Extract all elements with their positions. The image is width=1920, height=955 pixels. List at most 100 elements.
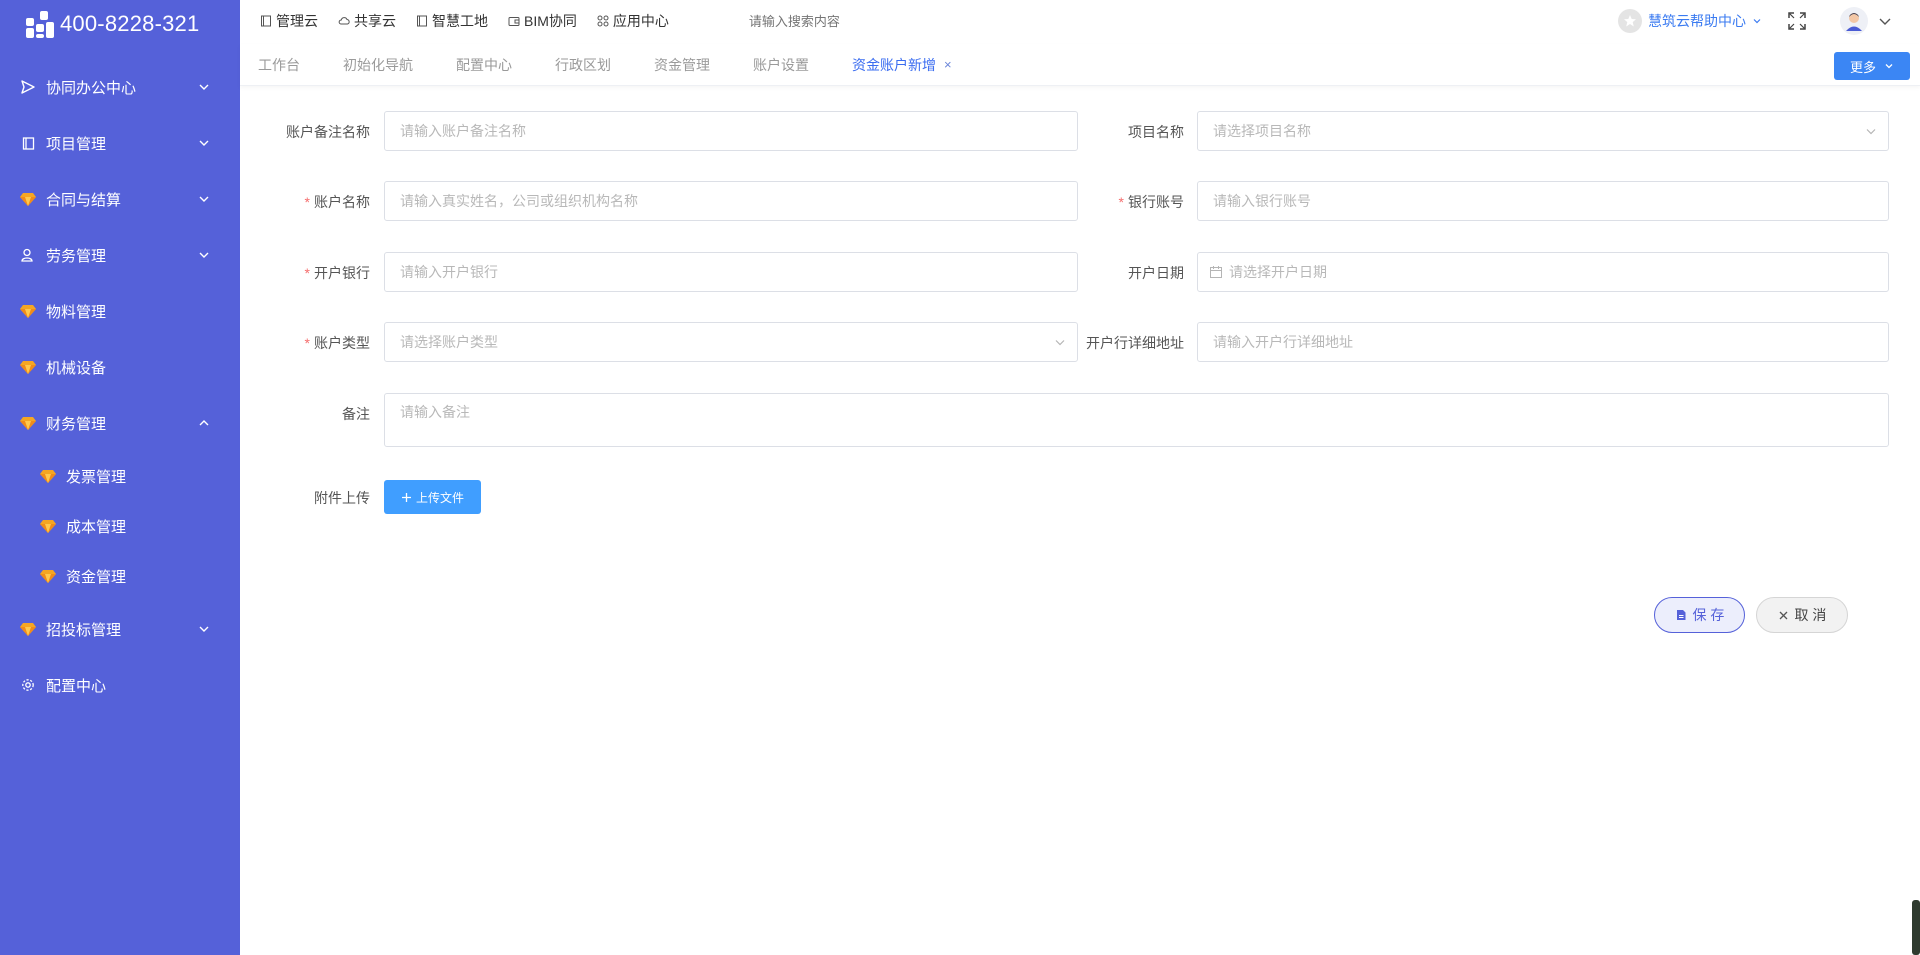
upload-label: 上传文件 xyxy=(415,490,464,505)
bank-input[interactable]: 请输入开户银行 xyxy=(384,252,1078,292)
more-button[interactable]: 更多 xyxy=(1834,52,1910,80)
fullscreen-icon[interactable] xyxy=(1788,12,1806,30)
chevron-down-icon xyxy=(1753,19,1761,24)
user-icon xyxy=(20,247,36,263)
sidebar-item-label: 物料管理 xyxy=(46,303,107,321)
help-center-label: 慧筑云帮助中心 xyxy=(1648,13,1746,29)
calendar-icon xyxy=(1210,266,1222,278)
logo-icon xyxy=(24,8,56,40)
tab-account-settings[interactable]: 账户设置 xyxy=(753,55,809,75)
topnav-label: 智慧工地 xyxy=(432,13,488,29)
sidebar-subitem-funds[interactable]: 资金管理 xyxy=(0,551,240,601)
tab-admin-division[interactable]: 行政区划 xyxy=(555,55,611,75)
chevron-down-icon[interactable] xyxy=(1878,14,1892,28)
sidebar-item-labor[interactable]: 劳务管理 xyxy=(0,227,240,283)
close-icon[interactable]: × xyxy=(944,57,952,72)
project-name-label: 项目名称 xyxy=(1128,124,1184,140)
tab-label: 资金管理 xyxy=(654,56,710,73)
top-nav: 管理云 共享云 智慧工地 BIM协同 应用中心 xyxy=(240,11,949,31)
search-input[interactable] xyxy=(748,13,949,29)
apps-icon xyxy=(597,15,609,27)
sidebar-item-project[interactable]: 项目管理 xyxy=(0,115,240,171)
tab-new-fund-account[interactable]: 资金账户新增 × xyxy=(852,55,952,75)
account-type-label: * 账户类型 xyxy=(304,335,370,351)
account-type-select[interactable]: 请选择账户类型 xyxy=(384,322,1078,362)
tab-label: 初始化导航 xyxy=(343,56,413,73)
chevron-down-icon xyxy=(1885,64,1893,69)
open-date-picker[interactable]: 请选择开户日期 xyxy=(1197,252,1889,292)
upload-file-button[interactable]: 上传文件 xyxy=(384,480,481,514)
bank-account-input[interactable]: 请输入银行账号 xyxy=(1197,181,1889,221)
sidebar-subitem-invoice[interactable]: 发票管理 xyxy=(0,451,240,501)
topnav-smart-site[interactable]: 智慧工地 xyxy=(416,11,488,31)
logo[interactable]: 400-8228-321 xyxy=(0,0,240,48)
sidebar-menu: 协同办公中心 项目管理 合同与结算 劳务管理 物料管理 机械设备 财务管理 发票… xyxy=(0,59,240,713)
chevron-down-icon xyxy=(199,196,209,202)
sidebar-item-label: 机械设备 xyxy=(46,359,107,377)
send-icon xyxy=(20,79,36,95)
top-bar: 管理云 共享云 智慧工地 BIM协同 应用中心 慧筑云帮助中心 xyxy=(240,0,1920,42)
help-badge-icon xyxy=(1618,9,1642,33)
sidebar-item-config[interactable]: 配置中心 xyxy=(0,657,240,713)
bank-address-input[interactable]: 请输入开户行详细地址 xyxy=(1197,322,1889,362)
sidebar-item-bidding[interactable]: 招投标管理 xyxy=(0,601,240,657)
project-name-select[interactable]: 请选择项目名称 xyxy=(1197,111,1889,151)
file-icon xyxy=(1676,610,1686,620)
sidebar-item-label: 财务管理 xyxy=(46,415,107,433)
gem-icon xyxy=(40,468,56,484)
remark-label: 备注 xyxy=(342,406,370,422)
sidebar-item-label: 项目管理 xyxy=(46,135,107,153)
sidebar-item-collab[interactable]: 协同办公中心 xyxy=(0,59,240,115)
save-button[interactable]: 保 存 xyxy=(1654,597,1745,633)
book-icon xyxy=(20,135,36,151)
chevron-down-icon xyxy=(1866,129,1876,135)
gear-icon xyxy=(20,677,36,693)
tab-label: 配置中心 xyxy=(456,56,512,73)
chevron-up-icon xyxy=(199,420,209,426)
bank-address-label: 开户行详细地址 xyxy=(1086,335,1184,351)
sidebar-item-label: 配置中心 xyxy=(46,677,107,695)
gem-icon xyxy=(20,303,36,319)
account-note-label: 账户备注名称 xyxy=(286,124,370,140)
phone-number: 400-8228-321 xyxy=(60,11,200,36)
topnav-app-center[interactable]: 应用中心 xyxy=(597,11,669,31)
more-label: 更多 xyxy=(1849,59,1876,75)
sidebar-item-label: 成本管理 xyxy=(66,518,127,536)
bank-label: * 开户银行 xyxy=(304,265,370,281)
save-label: 保 存 xyxy=(1692,607,1725,623)
tab-config-center[interactable]: 配置中心 xyxy=(456,55,512,75)
topnav-bim[interactable]: BIM协同 xyxy=(508,11,577,31)
gem-icon xyxy=(40,568,56,584)
sidebar-item-material[interactable]: 物料管理 xyxy=(0,283,240,339)
tab-init-nav[interactable]: 初始化导航 xyxy=(343,55,413,75)
gem-icon xyxy=(40,518,56,534)
sidebar-subitem-cost[interactable]: 成本管理 xyxy=(0,501,240,551)
sidebar-item-label: 劳务管理 xyxy=(46,247,107,265)
tab-funds[interactable]: 资金管理 xyxy=(654,55,710,75)
sidebar-item-label: 合同与结算 xyxy=(46,191,122,209)
chevron-down-icon xyxy=(1055,340,1065,346)
help-center-link[interactable]: 慧筑云帮助中心 xyxy=(1618,9,1762,33)
cancel-button[interactable]: 取 消 xyxy=(1756,597,1848,633)
gem-icon xyxy=(20,359,36,375)
tab-workbench[interactable]: 工作台 xyxy=(258,55,300,75)
sidebar-item-finance[interactable]: 财务管理 xyxy=(0,395,240,451)
avatar[interactable] xyxy=(1840,7,1868,35)
sidebar-item-contract[interactable]: 合同与结算 xyxy=(0,171,240,227)
account-note-input[interactable]: 请输入账户备注名称 xyxy=(384,111,1078,151)
gem-icon xyxy=(20,191,36,207)
sidebar-item-label: 招投标管理 xyxy=(46,621,122,639)
sidebar-item-label: 资金管理 xyxy=(66,568,127,586)
account-name-input[interactable]: 请输入真实姓名，公司或组织机构名称 xyxy=(384,181,1078,221)
sidebar-item-machinery[interactable]: 机械设备 xyxy=(0,339,240,395)
bank-account-label: * 银行账号 xyxy=(1118,194,1184,210)
wallet-icon xyxy=(508,17,520,26)
remark-textarea[interactable]: 请输入备注 xyxy=(384,393,1889,447)
tab-label: 工作台 xyxy=(258,56,300,73)
topnav-shared-cloud[interactable]: 共享云 xyxy=(338,11,396,31)
topnav-management-cloud[interactable]: 管理云 xyxy=(260,11,318,31)
topnav-label: 管理云 xyxy=(276,13,318,29)
tab-label: 资金账户新增 xyxy=(852,56,936,73)
sidebar-item-label: 发票管理 xyxy=(66,468,127,486)
scrollbar-thumb[interactable] xyxy=(1912,900,1920,955)
